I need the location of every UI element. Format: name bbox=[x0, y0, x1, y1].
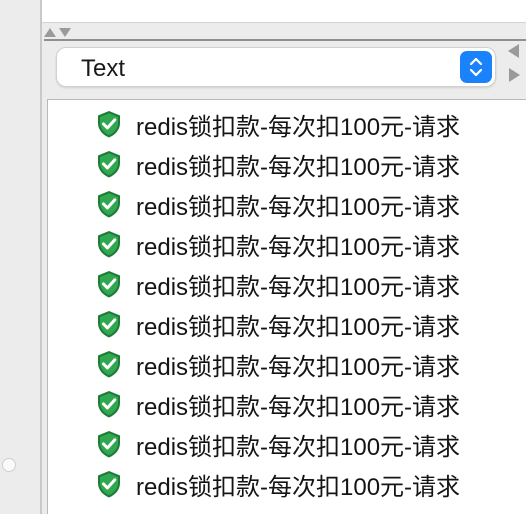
result-item[interactable]: redis锁扣款-每次扣100元-请求 bbox=[94, 464, 460, 504]
results-tree: redis锁扣款-每次扣100元-请求 redis锁扣款-每次扣100元-请求 … bbox=[47, 99, 526, 514]
side-nav bbox=[506, 44, 524, 84]
shield-check-icon bbox=[98, 471, 120, 498]
result-item-label: redis锁扣款-每次扣100元-请求 bbox=[136, 393, 461, 421]
collapse-left-icon[interactable] bbox=[508, 44, 519, 58]
chevron-up-down-icon bbox=[469, 57, 483, 77]
top-panel bbox=[42, 0, 526, 22]
result-item[interactable]: redis锁扣款-每次扣100元-请求 bbox=[94, 264, 460, 304]
section-divider[interactable] bbox=[44, 39, 526, 41]
sort-down-icon[interactable] bbox=[59, 27, 71, 37]
result-item-label: redis锁扣款-每次扣100元-请求 bbox=[136, 233, 461, 261]
sort-controls bbox=[44, 25, 84, 39]
result-item-label: redis锁扣款-每次扣100元-请求 bbox=[136, 313, 461, 341]
splitter-handle[interactable] bbox=[2, 458, 16, 472]
result-item[interactable]: redis锁扣款-每次扣100元-请求 bbox=[94, 344, 460, 384]
result-item[interactable]: redis锁扣款-每次扣100元-请求 bbox=[94, 424, 460, 464]
shield-check-icon bbox=[98, 311, 120, 338]
shield-check-icon bbox=[98, 431, 120, 458]
view-mode-selected: Text bbox=[81, 55, 126, 82]
result-item-label: redis锁扣款-每次扣100元-请求 bbox=[136, 433, 461, 461]
select-toggle-button[interactable] bbox=[460, 51, 492, 83]
result-item[interactable]: redis锁扣款-每次扣100元-请求 bbox=[94, 224, 460, 264]
result-item[interactable]: redis锁扣款-每次扣100元-请求 bbox=[94, 184, 460, 224]
top-separator bbox=[42, 22, 526, 23]
shield-check-icon bbox=[98, 391, 120, 418]
shield-check-icon bbox=[98, 191, 120, 218]
shield-check-icon bbox=[98, 151, 120, 178]
shield-check-icon bbox=[98, 231, 120, 258]
result-item-label: redis锁扣款-每次扣100元-请求 bbox=[136, 193, 461, 221]
shield-check-icon bbox=[98, 271, 120, 298]
pane-divider[interactable] bbox=[40, 0, 42, 514]
expand-right-icon[interactable] bbox=[509, 68, 520, 82]
result-item[interactable]: redis锁扣款-每次扣100元-请求 bbox=[94, 384, 460, 424]
result-item-label: redis锁扣款-每次扣100元-请求 bbox=[136, 113, 461, 141]
result-item[interactable]: redis锁扣款-每次扣100元-请求 bbox=[94, 144, 460, 184]
sort-up-icon[interactable] bbox=[44, 27, 56, 37]
result-item-label: redis锁扣款-每次扣100元-请求 bbox=[136, 353, 461, 381]
shield-check-icon bbox=[98, 111, 120, 138]
view-mode-select[interactable]: Text bbox=[56, 47, 496, 87]
result-item-label: redis锁扣款-每次扣100元-请求 bbox=[136, 473, 461, 501]
shield-check-icon bbox=[98, 351, 120, 378]
result-item-label: redis锁扣款-每次扣100元-请求 bbox=[136, 273, 461, 301]
result-item[interactable]: redis锁扣款-每次扣100元-请求 bbox=[94, 304, 460, 344]
left-panel bbox=[0, 0, 40, 514]
result-item-label: redis锁扣款-每次扣100元-请求 bbox=[136, 153, 461, 181]
result-item[interactable]: redis锁扣款-每次扣100元-请求 bbox=[94, 104, 460, 144]
